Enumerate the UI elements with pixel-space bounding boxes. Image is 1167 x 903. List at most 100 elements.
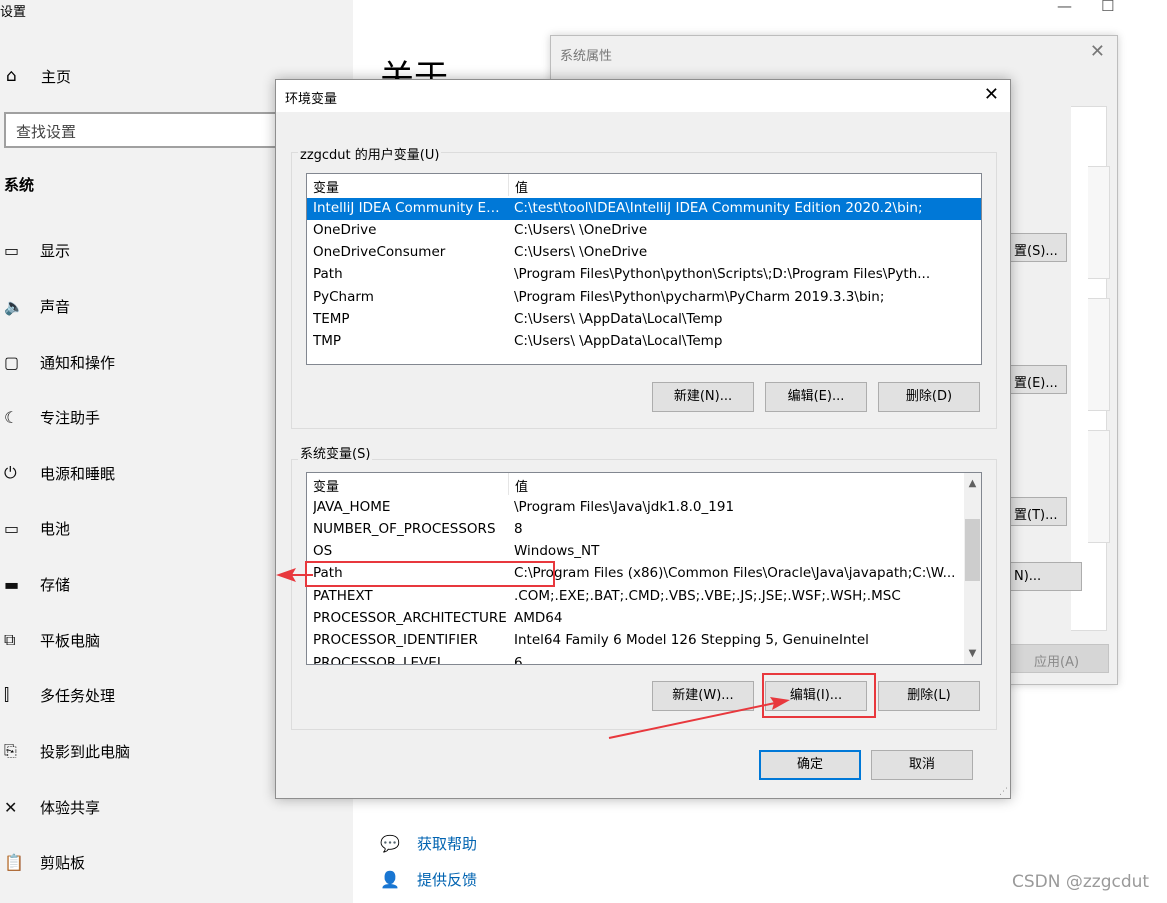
table-row[interactable]: TEMP C:\Users\ \AppData\Local\Temp — [307, 309, 981, 331]
table-row[interactable]: PyCharm \Program Files\Python\pycharm\Py… — [307, 287, 981, 309]
table-row[interactable]: OneDrive C:\Users\ \OneDrive — [307, 220, 981, 242]
var-name: Path — [313, 266, 343, 283]
var-name: OneDriveConsumer — [313, 244, 446, 261]
user-new-button[interactable]: 新建(N)... — [652, 382, 754, 412]
nav-item-sound[interactable]: 🔈 声音 — [4, 294, 70, 318]
nav-item-power[interactable]: ⏻ 电源和睡眠 — [4, 461, 115, 485]
nav-item-focus-assist[interactable]: ☾ 专注助手 — [4, 405, 100, 429]
scroll-down-icon[interactable]: ▼ — [964, 645, 981, 662]
var-value: C:\Users\ \OneDrive — [514, 221, 648, 238]
settings-app-title: 设置 — [0, 5, 27, 20]
var-value: \Program Files\Java\jdk1.8.0_191 — [514, 498, 735, 515]
multitask-icon: ⫿ — [4, 685, 10, 704]
apply-button[interactable]: 应用(A) — [1007, 644, 1109, 673]
power-icon: ⏻ — [4, 463, 17, 482]
nav-item-shared-experiences[interactable]: ✕ 体验共享 — [4, 795, 100, 819]
var-value: AMD64 — [514, 610, 563, 626]
nav-item-clipboard[interactable]: 📋 剪贴板 — [4, 850, 85, 874]
sysprop-group — [1088, 430, 1110, 543]
nav-item-label: 声音 — [40, 297, 71, 316]
sysprop-settings-button[interactable]: 置(T)... — [1007, 497, 1067, 526]
var-name: PROCESSOR_ARCHITECTURE — [313, 610, 507, 626]
column-header-value[interactable]: 值 — [509, 174, 528, 196]
column-header-variable[interactable]: 变量 — [307, 174, 509, 196]
display-icon: ▭ — [4, 240, 20, 260]
system-new-button[interactable]: 新建(W)... — [652, 681, 754, 711]
nav-item-project[interactable]: ⎘ 投影到此电脑 — [4, 739, 130, 763]
table-row[interactable]: PROCESSOR_ARCHITECTURE AMD64 — [307, 608, 981, 630]
help-icon: 💬 — [380, 833, 400, 853]
nav-item-label: 体验共享 — [40, 798, 101, 817]
minimize-button[interactable]: — — [1057, 0, 1072, 15]
table-row[interactable]: PATHEXT .COM;.EXE;.BAT;.CMD;.VBS;.VBE;.JS… — [307, 586, 981, 608]
get-help-label: 获取帮助 — [417, 834, 478, 853]
feedback-icon: 👤 — [380, 869, 400, 889]
list-header: 变量 值 — [307, 473, 981, 495]
moon-icon: ☾ — [4, 407, 19, 427]
nav-item-storage[interactable]: ▬ 存储 — [4, 572, 70, 596]
nav-item-label: 电池 — [40, 519, 71, 538]
table-row[interactable]: OneDriveConsumer C:\Users\ \OneDrive — [307, 242, 981, 264]
home-icon: ⌂ — [6, 66, 17, 86]
tablet-icon: ⧉ — [4, 630, 16, 649]
scroll-up-icon[interactable]: ▲ — [964, 475, 981, 492]
table-row[interactable]: NUMBER_OF_PROCESSORS 8 — [307, 519, 981, 541]
var-name: JAVA_HOME — [313, 498, 391, 515]
column-header-value[interactable]: 值 — [509, 473, 528, 495]
sound-icon: 🔈 — [4, 296, 24, 316]
settings-search-input[interactable]: 查找设置 — [4, 112, 294, 148]
cancel-button[interactable]: 取消 — [871, 750, 973, 780]
table-row[interactable]: IntelliJ IDEA Community Ed... C:\test\too… — [307, 197, 981, 220]
sysprop-group — [1088, 166, 1110, 279]
give-feedback-label: 提供反馈 — [417, 870, 478, 889]
maximize-button[interactable]: ☐ — [1101, 0, 1114, 15]
table-row[interactable]: PROCESSOR_IDENTIFIER Intel64 Family 6 Mod… — [307, 630, 981, 652]
system-properties-title: 系统属性 — [560, 49, 613, 64]
system-vars-label: 系统变量(S) — [298, 443, 373, 462]
table-row[interactable]: TMP C:\Users\ \AppData\Local\Temp — [307, 331, 981, 353]
nav-home[interactable]: ⌂ 主页 — [6, 64, 71, 88]
user-edit-button[interactable]: 编辑(E)... — [765, 382, 867, 412]
nav-item-battery[interactable]: ▭ 电池 — [4, 516, 70, 540]
nav-item-label: 剪贴板 — [40, 853, 86, 872]
notification-icon: ▢ — [4, 352, 20, 372]
var-value: C:\Users\ \AppData\Local\Temp — [514, 333, 723, 350]
battery-icon: ▭ — [4, 518, 20, 538]
nav-item-notifications[interactable]: ▢ 通知和操作 — [4, 350, 115, 374]
table-row[interactable]: Path \Program Files\Python\python\Script… — [307, 264, 981, 286]
nav-item-label: 显示 — [40, 241, 71, 260]
var-name: TMP — [313, 333, 342, 350]
sysprop-env-button[interactable]: N)... — [1007, 562, 1082, 591]
nav-item-label: 专注助手 — [40, 408, 101, 427]
user-delete-button[interactable]: 删除(D) — [878, 382, 980, 412]
nav-item-multitasking[interactable]: ⫿ 多任务处理 — [4, 683, 115, 707]
ok-button[interactable]: 确定 — [759, 750, 861, 780]
column-header-variable[interactable]: 变量 — [307, 473, 509, 495]
var-value: Windows_NT — [514, 543, 600, 560]
get-help-link[interactable]: 💬 获取帮助 — [380, 831, 477, 855]
sysprop-settings-button[interactable]: 置(S)... — [1007, 233, 1067, 262]
nav-item-label: 电源和睡眠 — [40, 464, 116, 483]
give-feedback-link[interactable]: 👤 提供反馈 — [380, 867, 477, 891]
environment-variables-dialog: 环境变量 ✕ zzgcdut 的用户变量(U) 变量 值 IntelliJ ID… — [275, 79, 1011, 799]
table-row[interactable]: JAVA_HOME \Program Files\Java\jdk1.8.0_1… — [307, 497, 981, 519]
var-value: C:\Program Files (x86)\Common Files\Orac… — [514, 565, 956, 582]
system-delete-button[interactable]: 删除(L) — [878, 681, 980, 711]
close-icon[interactable]: ✕ — [1090, 41, 1105, 62]
nav-item-label: 存储 — [40, 575, 71, 594]
nav-item-label: 平板电脑 — [40, 631, 101, 650]
close-icon[interactable]: ✕ — [984, 84, 999, 105]
project-icon: ⎘ — [4, 741, 17, 760]
var-name: IntelliJ IDEA Community Ed... — [313, 199, 507, 216]
nav-item-tablet[interactable]: ⧉ 平板电脑 — [4, 628, 100, 652]
var-name: PATHEXT — [313, 587, 373, 604]
system-vars-scrollbar[interactable]: ▲ ▼ — [964, 473, 981, 664]
sysprop-settings-button[interactable]: 置(E)... — [1007, 365, 1067, 394]
nav-item-label: 多任务处理 — [40, 686, 116, 705]
table-row[interactable]: PROCESSOR_LEVEL 6 — [307, 653, 981, 664]
user-vars-list[interactable]: 变量 值 IntelliJ IDEA Community Ed... C:\tes… — [306, 173, 982, 365]
scroll-thumb[interactable] — [965, 519, 980, 581]
nav-item-display[interactable]: ▭ 显示 — [4, 238, 70, 262]
resize-grip-icon[interactable]: ⋰ — [999, 787, 1008, 797]
annotation-edit-highlight — [762, 673, 876, 718]
